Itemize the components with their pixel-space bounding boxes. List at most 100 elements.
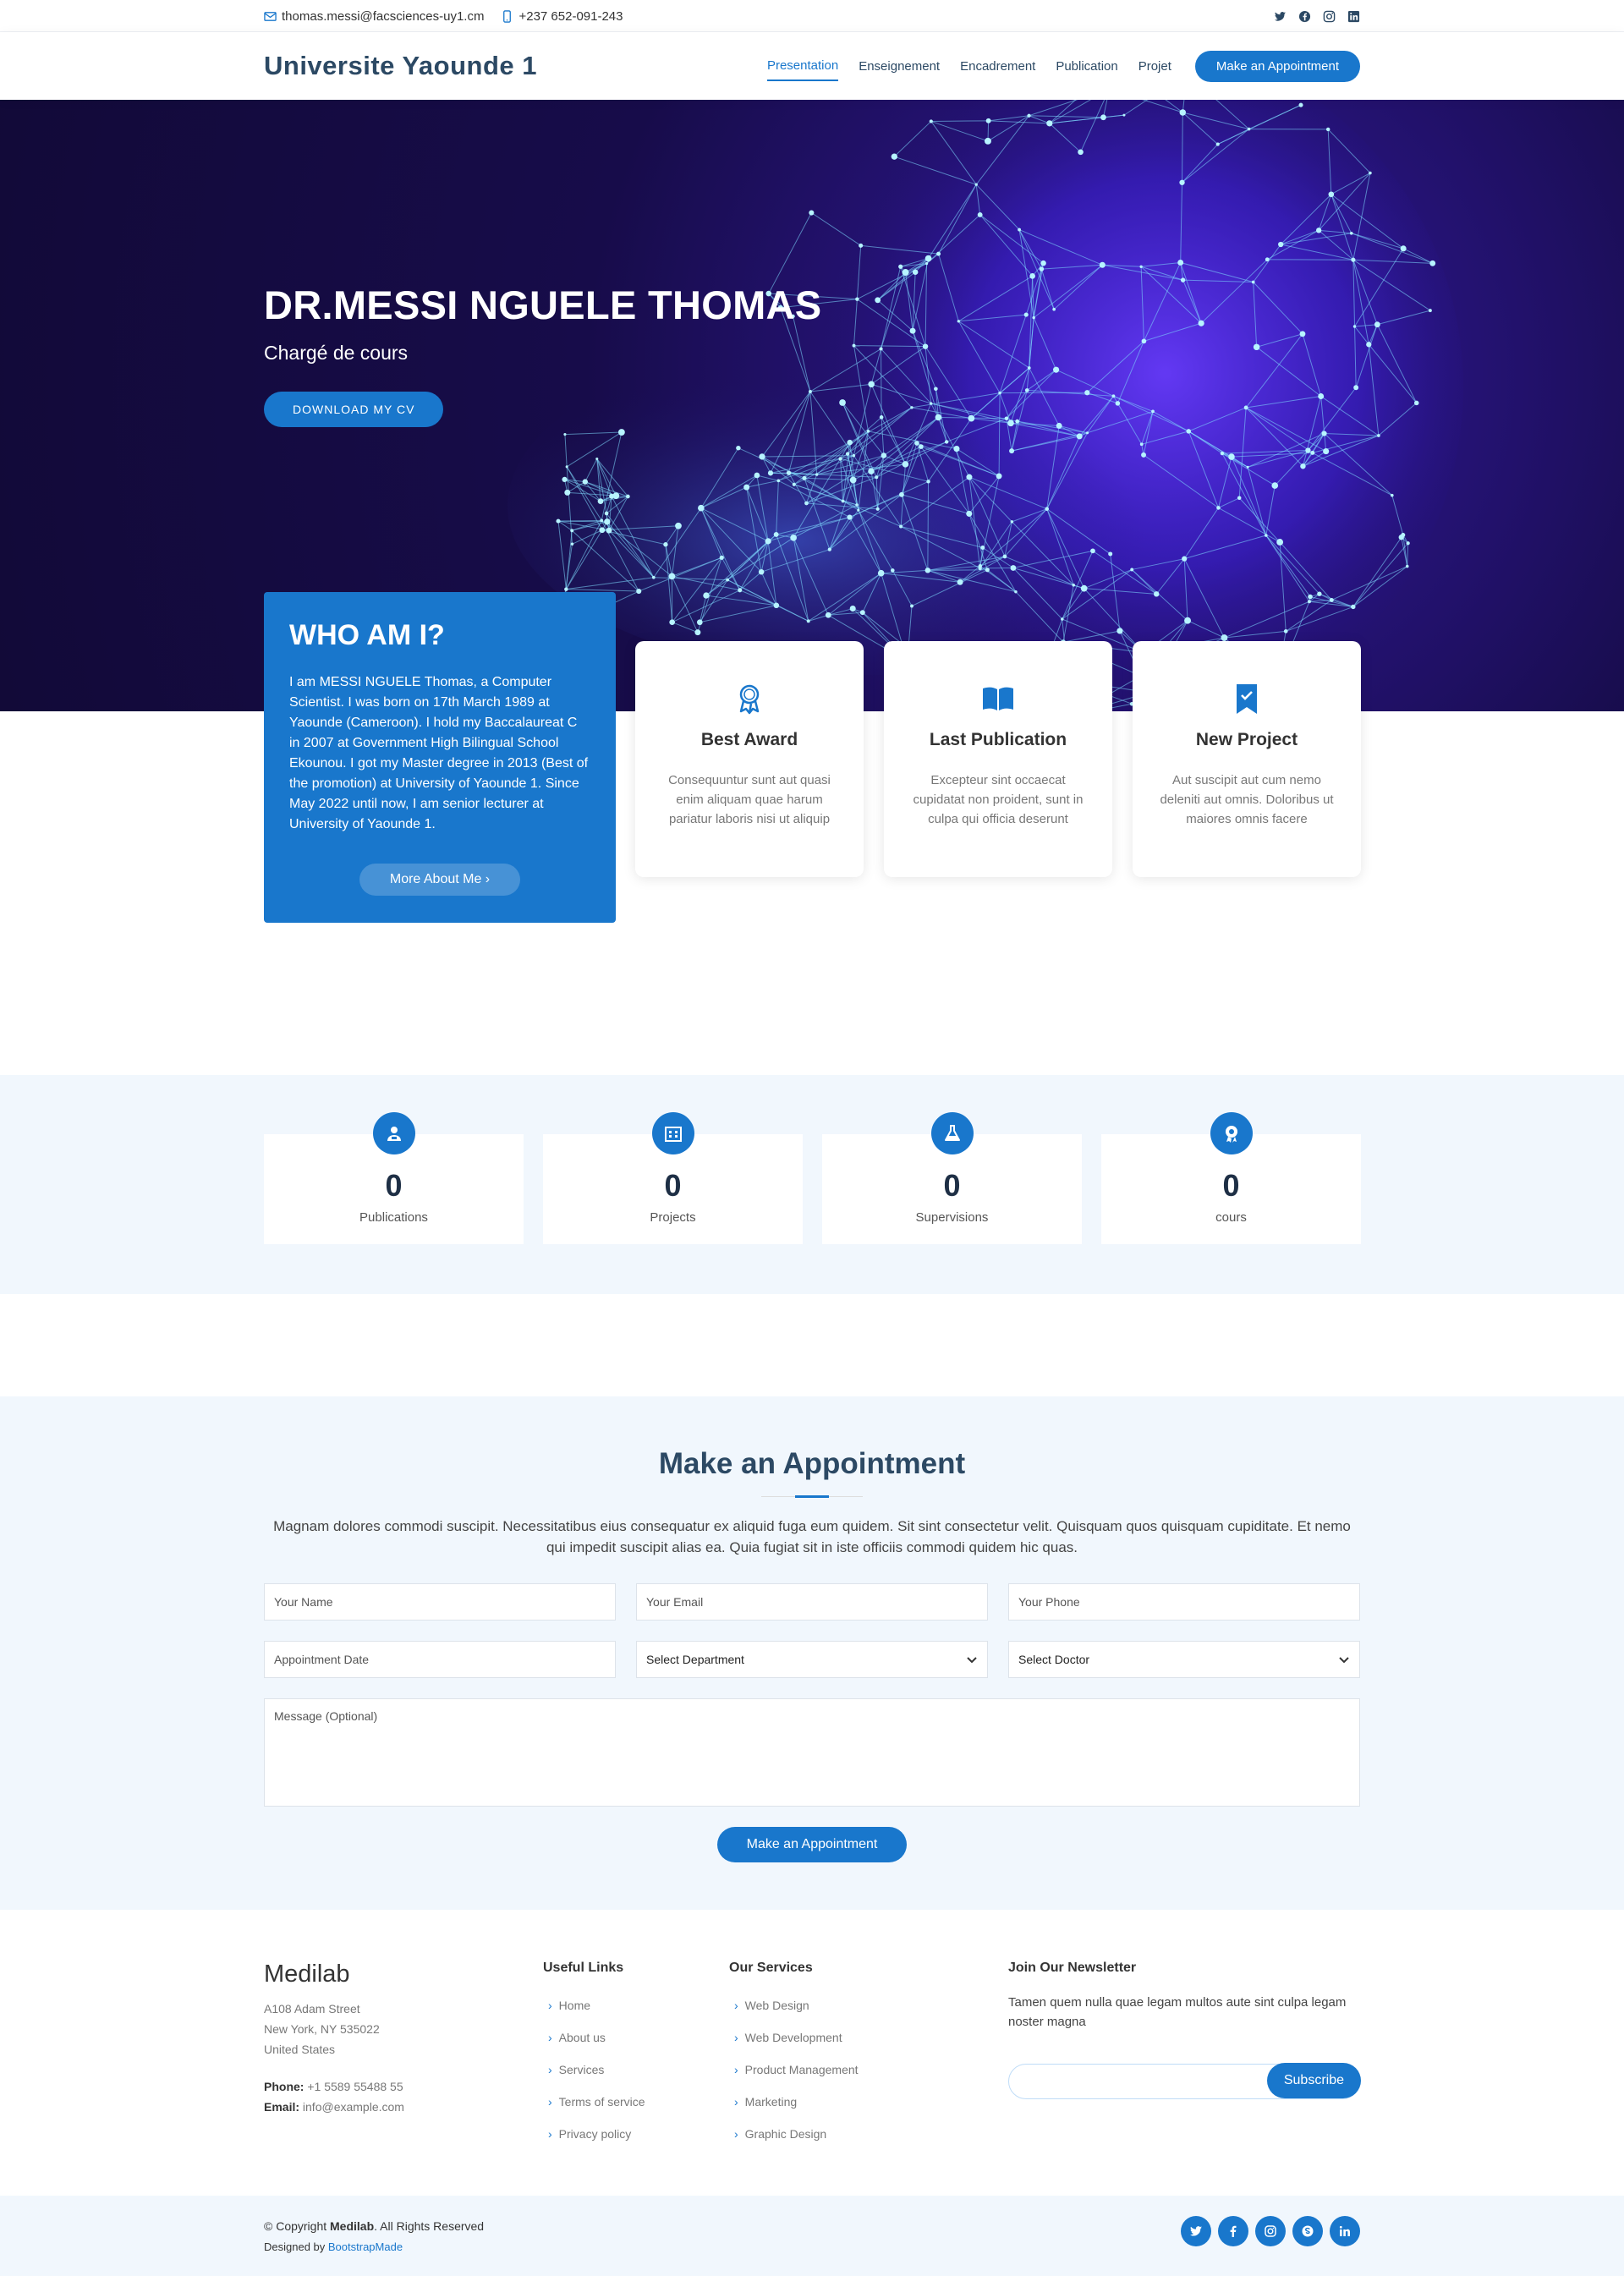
count-icon-circle: [1210, 1112, 1253, 1154]
network-node: [1100, 114, 1106, 120]
message-textarea[interactable]: Message (Optional): [264, 1698, 1360, 1807]
network-node: [669, 573, 676, 580]
network-node: [604, 518, 610, 524]
who-am-i-title: WHO AM I?: [289, 619, 590, 652]
designer-link[interactable]: BootstrapMade: [328, 2240, 403, 2253]
facebook-icon[interactable]: [1298, 10, 1311, 23]
footer-link-label: Web Development: [745, 2021, 842, 2054]
phone-icon: [501, 10, 513, 23]
nav-projet[interactable]: Projet: [1138, 52, 1171, 80]
nav-presentation[interactable]: Presentation: [767, 52, 838, 81]
hero-title: DR.MESSI NGUELE THOMAS: [264, 282, 821, 328]
network-node: [910, 328, 916, 334]
network-node: [652, 576, 656, 579]
network-node: [853, 454, 856, 458]
footer-link-terms[interactable]: ›Terms of service: [543, 2086, 729, 2118]
flask-icon: [943, 1124, 962, 1143]
name-input[interactable]: Your Name: [264, 1583, 616, 1621]
linkedin-icon[interactable]: [1347, 10, 1360, 23]
more-about-me-button[interactable]: More About Me ›: [359, 864, 520, 896]
instagram-icon[interactable]: [1323, 10, 1336, 23]
footer-service-link[interactable]: ›Marketing: [729, 2086, 1008, 2118]
network-node: [1045, 507, 1049, 511]
address-line: United States: [264, 2043, 335, 2056]
phone-label: Phone:: [264, 2080, 304, 2093]
nav-encadrement[interactable]: Encadrement: [960, 52, 1035, 80]
network-node: [868, 468, 874, 474]
chevron-right-icon: ›: [543, 2054, 552, 2086]
network-node: [726, 579, 729, 582]
network-node: [1182, 557, 1187, 562]
footer-bottom: © Copyright Medilab. All Rights Reserved…: [0, 2196, 1624, 2276]
network-node: [571, 543, 573, 546]
footer-email: info@example.com: [303, 2100, 404, 2114]
network-node: [787, 470, 791, 474]
network-node: [968, 415, 974, 422]
hero-section: DR.MESSI NGUELE THOMAS Chargé de cours D…: [0, 100, 1624, 711]
topbar-email[interactable]: thomas.messi@facsciences-uy1.cm: [264, 9, 484, 24]
count-value: 0: [543, 1168, 803, 1204]
network-node: [570, 529, 573, 532]
network-node: [925, 568, 930, 573]
network-node: [563, 433, 566, 436]
network-node: [599, 527, 605, 533]
footer-service-link[interactable]: ›Product Management: [729, 2054, 1008, 2086]
linkedin-icon[interactable]: [1330, 2216, 1360, 2246]
submit-appointment-button[interactable]: Make an Appointment: [717, 1827, 908, 1862]
network-node: [1072, 584, 1075, 587]
network-node: [663, 542, 667, 546]
network-node: [636, 589, 641, 594]
network-node: [1029, 273, 1035, 279]
network-node: [867, 430, 870, 433]
footer-link-home[interactable]: ›Home: [543, 1989, 729, 2021]
network-node: [975, 184, 978, 186]
hero-subtitle: Chargé de cours: [264, 342, 821, 365]
footer-link-services[interactable]: ›Services: [543, 2054, 729, 2086]
network-node: [1407, 541, 1410, 545]
newsletter-email-input[interactable]: Subscribe: [1008, 2064, 1360, 2099]
phone-input[interactable]: Your Phone: [1008, 1583, 1360, 1621]
footer-link-label: Product Management: [745, 2054, 859, 2086]
footer-link-about[interactable]: ›About us: [543, 2021, 729, 2054]
chevron-right-icon: ›: [543, 2021, 552, 2054]
network-node: [986, 118, 991, 123]
network-node: [807, 619, 810, 622]
network-node: [1027, 114, 1030, 118]
date-input[interactable]: Appointment Date: [264, 1641, 616, 1678]
network-node: [1130, 568, 1133, 571]
topbar-phone[interactable]: +237 652-091-243: [501, 9, 623, 24]
twitter-icon[interactable]: [1181, 2216, 1211, 2246]
twitter-icon[interactable]: [1274, 10, 1287, 23]
download-cv-button[interactable]: DOWNLOAD MY CV: [264, 392, 443, 427]
footer-service-link[interactable]: ›Web Design: [729, 1989, 1008, 2021]
footer-link-privacy[interactable]: ›Privacy policy: [543, 2118, 729, 2150]
network-node: [1326, 128, 1330, 131]
instagram-icon[interactable]: [1255, 2216, 1286, 2246]
icon-box-title: New Project: [1133, 730, 1361, 750]
network-node: [980, 546, 985, 550]
address-line: A108 Adam Street: [264, 2002, 360, 2015]
network-node: [1024, 313, 1029, 317]
network-node: [1179, 180, 1184, 185]
chevron-down-icon: [1338, 1654, 1350, 1665]
department-select[interactable]: Select Department: [636, 1641, 988, 1678]
facebook-icon[interactable]: [1218, 2216, 1248, 2246]
header-appointment-button[interactable]: Make an Appointment: [1195, 51, 1360, 82]
footer-link-label: Marketing: [745, 2086, 797, 2118]
network-node: [583, 479, 588, 484]
footer-service-link[interactable]: ›Graphic Design: [729, 2118, 1008, 2150]
nav-publication[interactable]: Publication: [1056, 52, 1117, 80]
doctor-select[interactable]: Select Doctor: [1008, 1641, 1360, 1678]
email-input[interactable]: Your Email: [636, 1583, 988, 1621]
network-node: [930, 402, 932, 404]
network-node: [1305, 447, 1310, 452]
network-node: [566, 465, 568, 468]
skype-icon[interactable]: [1292, 2216, 1323, 2246]
nav-enseignement[interactable]: Enseignement: [859, 52, 940, 80]
site-logo[interactable]: Universite Yaounde 1: [264, 51, 537, 81]
network-node: [1308, 595, 1313, 600]
subscribe-button[interactable]: Subscribe: [1267, 2063, 1361, 2098]
footer-service-link[interactable]: ›Web Development: [729, 2021, 1008, 2054]
network-node: [595, 458, 598, 460]
network-node: [1003, 555, 1007, 559]
